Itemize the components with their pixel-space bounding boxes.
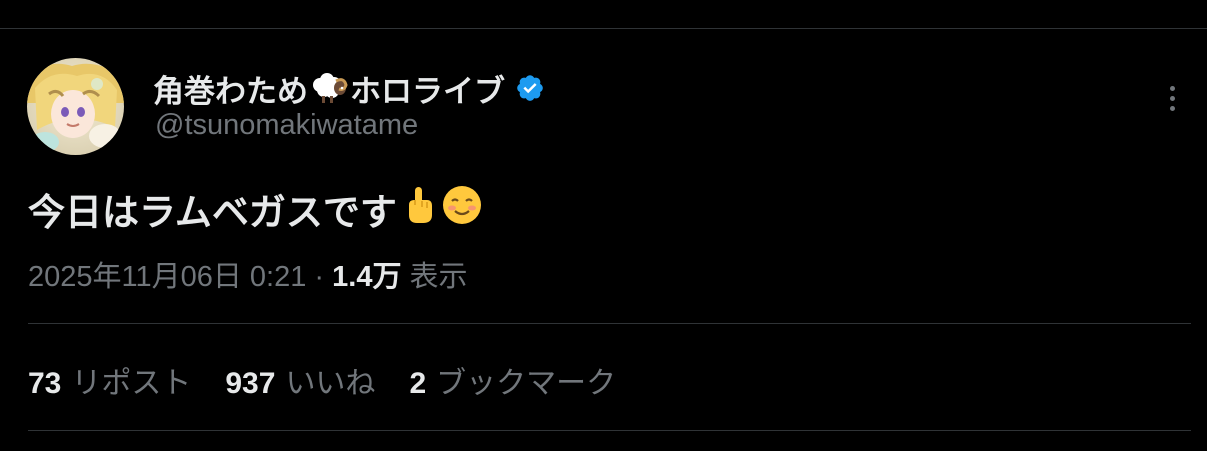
reposts-label: リポスト <box>71 367 192 400</box>
views-count: 1.4万 <box>332 261 402 293</box>
author-handle[interactable]: @tsunomakiwatame <box>155 109 418 142</box>
avatar-image <box>27 58 124 155</box>
smiling-face-emoji <box>441 184 483 235</box>
more-dot <box>1169 105 1175 111</box>
tweet-timestamp[interactable]: 2025年11月06日 0:21 <box>28 261 306 293</box>
more-dot <box>1169 95 1175 101</box>
author-name-link[interactable]: 角巻わため ホロライブ <box>153 66 545 110</box>
meta-separator: · <box>306 261 333 293</box>
pointing-up-emoji <box>403 185 435 234</box>
likes-count: 937 <box>225 367 276 400</box>
bookmarks-stat[interactable]: 2 ブックマーク <box>409 358 616 402</box>
more-options-icon[interactable] <box>1158 78 1186 118</box>
sheep-icon <box>310 71 348 105</box>
avatar[interactable] <box>27 58 124 155</box>
top-divider <box>0 28 1207 29</box>
display-name-part1: 角巻わため <box>153 73 308 109</box>
mid-divider <box>28 323 1191 324</box>
likes-stat[interactable]: 937 いいね <box>225 358 375 402</box>
more-dot <box>1169 85 1175 91</box>
bottom-divider <box>28 430 1191 431</box>
tweet-text-body: 今日はラムベガスです <box>28 192 397 233</box>
likes-label: いいね <box>285 367 376 400</box>
reposts-stat[interactable]: 73 リポスト <box>28 358 191 402</box>
bookmarks-label: ブックマーク <box>436 367 617 400</box>
bookmarks-count: 2 <box>409 367 427 400</box>
tweet-meta: 2025年11月06日 0:21 · 1.4万 表示 <box>28 253 468 295</box>
views-label: 表示 <box>409 261 468 293</box>
reposts-count: 73 <box>28 367 62 400</box>
tweet-text: 今日はラムベガスです <box>28 182 483 236</box>
verified-badge-icon[interactable] <box>515 73 545 103</box>
display-name-part2: ホロライブ <box>350 73 505 109</box>
engagement-stats: 73 リポスト 937 いいね 2 ブックマーク <box>28 358 616 402</box>
